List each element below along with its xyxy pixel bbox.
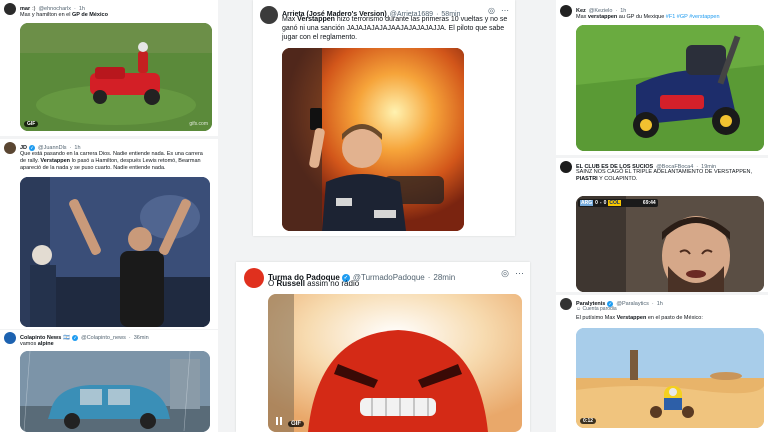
celebration-scene [20, 177, 210, 327]
match-clock: 69:44 [642, 200, 656, 206]
hashtags[interactable]: #F1 #GP #verstappen [666, 14, 720, 20]
tweet-media-image[interactable] [20, 177, 210, 327]
avatar[interactable] [260, 6, 278, 24]
tweet-text: El putísimo Max Verstappen en el pasto d… [576, 315, 703, 321]
tweet-card[interactable]: EL CLUB ES DE LOS SUCIOS @BocaFBoca4 · 1… [556, 158, 768, 292]
tweet-text: Max verstappen au GP du Mexique #F1 #GP … [576, 14, 720, 20]
crying-player-scene [576, 196, 764, 292]
parody-label: ☺ Cuenta parodia [576, 306, 617, 312]
tweet-text: SAINZ NOS CAGÓ EL TRIPLE ADELANTAMIENTO … [576, 169, 753, 183]
tweet-media-gif[interactable]: GIF [268, 294, 522, 432]
lawnmower-scene [20, 23, 212, 131]
tweet-text: Que está pasando en la carrera Dios. Nad… [20, 151, 203, 172]
gif-badge: GIF [288, 421, 304, 427]
avatar[interactable] [4, 332, 16, 344]
tweet-text: O Russell assim no rádio [268, 279, 360, 288]
explosion-selfie-scene [282, 48, 464, 231]
redbull-mower-scene [576, 25, 764, 151]
tweet-time[interactable]: 1h [657, 301, 663, 308]
rainy-car-scene [20, 351, 210, 432]
tweet-card[interactable]: Kez @Kezielo · 1h Max verstappen au GP d… [556, 0, 768, 155]
tweet-media-image[interactable] [20, 351, 210, 432]
tweet-media-gif[interactable]: GIF gifs.com [20, 23, 212, 131]
parody-icon: ☺ [576, 306, 582, 312]
tweet-card[interactable]: mar :) @ehnocharlx · 1h Max y hamilton e… [0, 0, 218, 136]
tweet-media-image[interactable]: ARG 0 - 0 COL 69:44 [576, 196, 764, 292]
tweet-card[interactable]: Colapinto News 🇦🇷 ✓ @Colapinto_news · 36… [0, 330, 218, 432]
gif-badge: GIF [24, 121, 39, 127]
avatar[interactable] [560, 298, 572, 310]
grok-icon[interactable]: ◎ [501, 268, 509, 279]
more-options-icon[interactable]: ⋯ [501, 6, 509, 15]
tweet-tools: ◎ ⋯ [488, 6, 509, 15]
tweet-media-video[interactable]: 0:12 [576, 328, 764, 428]
avatar[interactable] [244, 268, 264, 288]
tweet-text: Max y hamilton en el GP de México [20, 12, 108, 18]
tweet-media-image[interactable] [576, 25, 764, 151]
tweet-card[interactable]: Paralytenis ✓ @Paralaytics · 1h ☺ Cuenta… [556, 295, 768, 432]
angry-character-scene [268, 294, 522, 432]
avatar[interactable] [4, 3, 16, 15]
grok-icon[interactable]: ◎ [488, 6, 495, 15]
timeline-collage: mar :) @ehnocharlx · 1h Max y hamilton e… [0, 0, 768, 432]
more-options-icon[interactable]: ⋯ [515, 268, 524, 279]
score-b: 0 [603, 200, 607, 206]
video-time: 0:12 [580, 418, 597, 424]
avatar[interactable] [560, 5, 572, 17]
scoreboard: ARG 0 - 0 COL 69:44 [578, 199, 658, 207]
tweet-tools: ◎ ⋯ [501, 268, 524, 279]
media-watermark: gifs.com [189, 121, 208, 127]
team-right: COL [608, 200, 621, 206]
tweet-text: vamos alpine [20, 341, 54, 347]
desert-minion-scene [576, 328, 764, 428]
tweet-text: Max Verstappen hizo terrorismo durante l… [282, 16, 508, 42]
tweet-card[interactable]: Turma do Padoque ✓ @TurmadoPadoque · 28m… [236, 262, 530, 432]
pause-icon[interactable] [274, 416, 284, 426]
tweet-card[interactable]: JD ✓ @JuannDls · 1h Que está pasando en … [0, 139, 218, 329]
avatar[interactable] [560, 161, 572, 173]
score-a: 0 [595, 200, 598, 206]
tweet-card[interactable]: Arrieta (José Madero's Version) @Arrieta… [253, 0, 515, 236]
user-handle[interactable]: @Paralaytics [616, 301, 648, 308]
team-left: ARG [580, 200, 594, 206]
avatar[interactable] [4, 142, 16, 154]
tweet-media-image[interactable] [282, 48, 464, 231]
